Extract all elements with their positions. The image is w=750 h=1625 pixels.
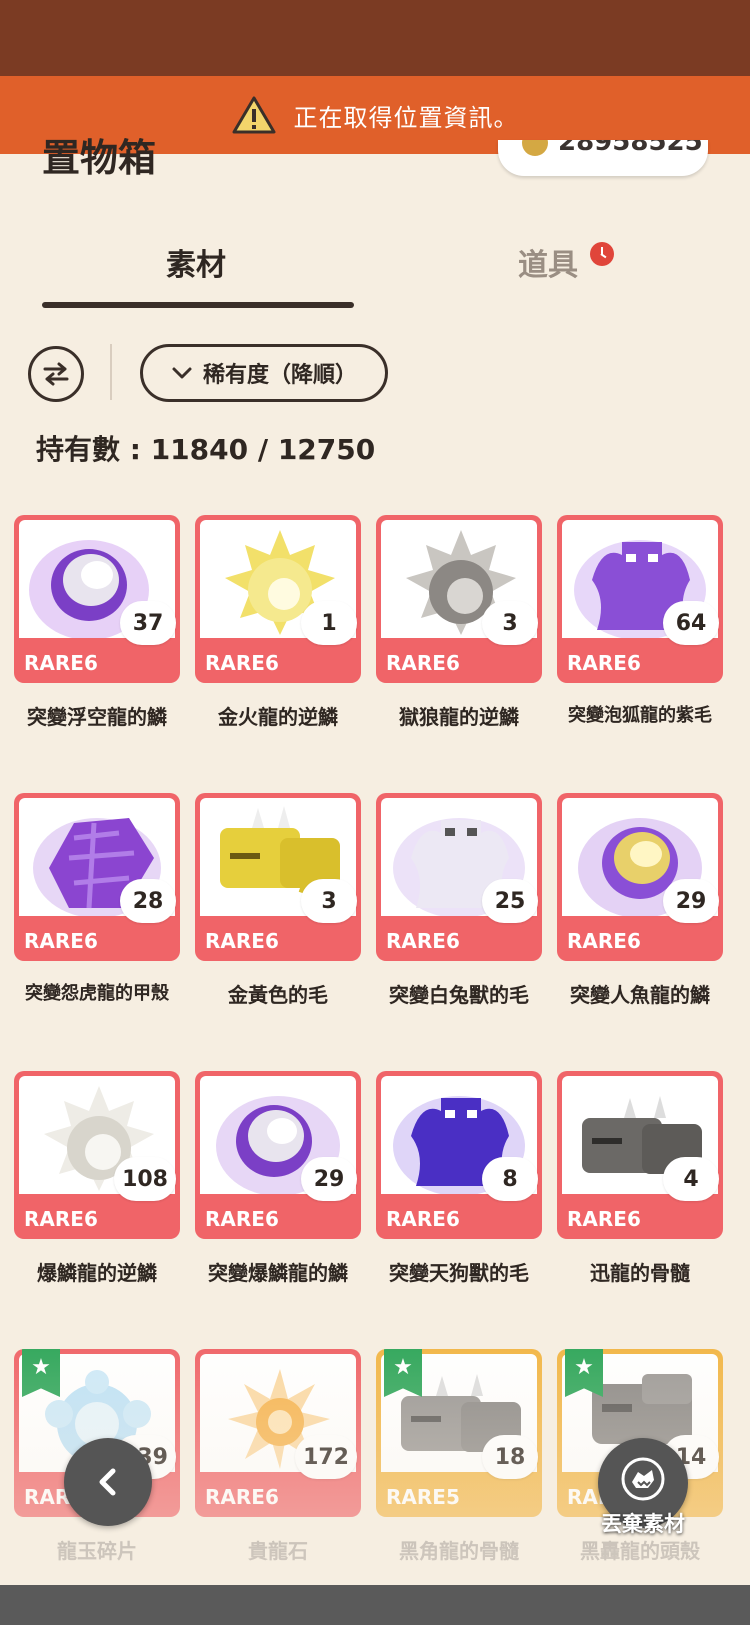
- list-item[interactable]: 28 RARE6 突變怨虎龍的甲殼: [14, 793, 180, 1005]
- rarity-label: RARE6: [205, 929, 279, 953]
- back-button[interactable]: [64, 1438, 152, 1526]
- item-name: 迅龍的骨髓: [590, 1261, 690, 1285]
- tab-bar: 素材 道具: [0, 230, 750, 310]
- rarity-label: RARE6: [567, 1207, 641, 1231]
- rarity-label: RARE6: [567, 651, 641, 675]
- quantity-badge: 3: [301, 879, 357, 923]
- list-item[interactable]: 37 RARE6 突變浮空龍的鱗: [14, 515, 180, 730]
- rarity-label: RARE6: [205, 651, 279, 675]
- item-name: 金黃色的毛: [228, 983, 328, 1007]
- rarity-label: RARE6: [24, 1207, 98, 1231]
- status-bar: [0, 0, 750, 76]
- coin-balance: 28958525: [498, 140, 708, 176]
- chevron-down-icon: [172, 367, 192, 379]
- quantity-badge: 25: [482, 879, 538, 923]
- coin-icon: [522, 140, 548, 156]
- list-item[interactable]: 3 RARE6 金黃色的毛: [195, 793, 361, 1008]
- quantity-badge: 4: [663, 1157, 719, 1201]
- rarity-label: RARE6: [24, 929, 98, 953]
- item-name: 突變白兔獸的毛: [389, 983, 529, 1007]
- rarity-label: RARE6: [567, 929, 641, 953]
- list-item[interactable]: 4 RARE6 迅龍的骨髓: [557, 1071, 723, 1286]
- monster-head-icon: [621, 1457, 665, 1501]
- quantity-badge: 18: [482, 1435, 538, 1479]
- list-item[interactable]: 1 RARE6 金火龍的逆鱗: [195, 515, 361, 730]
- alert-text: 正在取得位置資訊。: [293, 103, 519, 132]
- rarity-label: RARE6: [386, 1207, 460, 1231]
- item-name: 突變浮空龍的鱗: [27, 705, 167, 729]
- holding-count: 持有數 : 11840 / 12750: [36, 433, 376, 466]
- page-title: 置物箱: [42, 138, 157, 178]
- list-item[interactable]: 8 RARE6 突變天狗獸的毛: [376, 1071, 542, 1286]
- discard-materials-label: 丟棄素材: [601, 1512, 685, 1536]
- quantity-badge: 108: [114, 1157, 176, 1201]
- list-item[interactable]: 25 RARE6 突變白兔獸的毛: [376, 793, 542, 1008]
- quantity-badge: 29: [663, 879, 719, 923]
- item-name: 金火龍的逆鱗: [218, 705, 338, 729]
- list-item[interactable]: 64 RARE6 突變泡狐龍的紫毛: [557, 515, 723, 727]
- quantity-badge: 172: [295, 1435, 357, 1479]
- item-name: 突變泡狐龍的紫毛: [568, 705, 712, 726]
- swap-order-button[interactable]: [28, 346, 84, 402]
- quantity-badge: 64: [663, 601, 719, 645]
- rarity-label: RARE6: [205, 1207, 279, 1231]
- quantity-badge: 37: [120, 601, 176, 645]
- item-name: 爆鱗龍的逆鱗: [37, 1261, 157, 1285]
- list-item[interactable]: 108 RARE6 爆鱗龍的逆鱗: [14, 1071, 180, 1286]
- rarity-label: RARE6: [386, 651, 460, 675]
- item-name: 突變人魚龍的鱗: [570, 983, 710, 1007]
- rarity-label: RARE6: [24, 651, 98, 675]
- active-tab-indicator: [42, 302, 354, 308]
- quantity-badge: 29: [301, 1157, 357, 1201]
- rarity-label: RARE5: [386, 1485, 460, 1509]
- coin-amount: 28958525: [558, 140, 703, 157]
- sort-label: 稀有度（降順）: [202, 363, 357, 388]
- tab-items[interactable]: 道具: [518, 240, 578, 284]
- item-name: 貴龍石: [248, 1539, 308, 1563]
- list-item[interactable]: 3 RARE6 獄狼龍的逆鱗: [376, 515, 542, 730]
- quantity-badge: 3: [482, 601, 538, 645]
- sort-dropdown[interactable]: 稀有度（降順）: [140, 344, 388, 402]
- item-name: 突變天狗獸的毛: [389, 1261, 529, 1285]
- item-name: 黑轟龍的頭殼: [580, 1539, 700, 1563]
- tab-material[interactable]: 素材: [166, 240, 226, 284]
- quantity-badge: 8: [482, 1157, 538, 1201]
- item-name: 黑角龍的骨髓: [399, 1539, 519, 1563]
- quantity-badge: 28: [120, 879, 176, 923]
- quantity-badge: 1: [301, 601, 357, 645]
- rarity-label: RARE6: [386, 929, 460, 953]
- item-name: 突變爆鱗龍的鱗: [208, 1261, 348, 1285]
- list-item[interactable]: ★ 18 RARE5 黑角龍的骨髓: [376, 1349, 542, 1564]
- warning-icon: [232, 96, 275, 134]
- list-item[interactable]: 29 RARE6 突變人魚龍的鱗: [557, 793, 723, 1008]
- swap-icon: [43, 362, 69, 386]
- item-name: 獄狼龍的逆鱗: [399, 705, 519, 729]
- system-navigation-bar: [0, 1585, 750, 1625]
- rarity-label: RARE6: [205, 1485, 279, 1509]
- clock-icon: [590, 242, 614, 266]
- list-item[interactable]: 29 RARE6 突變爆鱗龍的鱗: [195, 1071, 361, 1286]
- list-item[interactable]: 172 RARE6 貴龍石: [195, 1349, 361, 1564]
- chevron-left-icon: [99, 1468, 116, 1496]
- toolbar-divider: [110, 344, 112, 400]
- item-name: 突變怨虎龍的甲殼: [25, 983, 169, 1004]
- item-name: 龍玉碎片: [57, 1539, 137, 1563]
